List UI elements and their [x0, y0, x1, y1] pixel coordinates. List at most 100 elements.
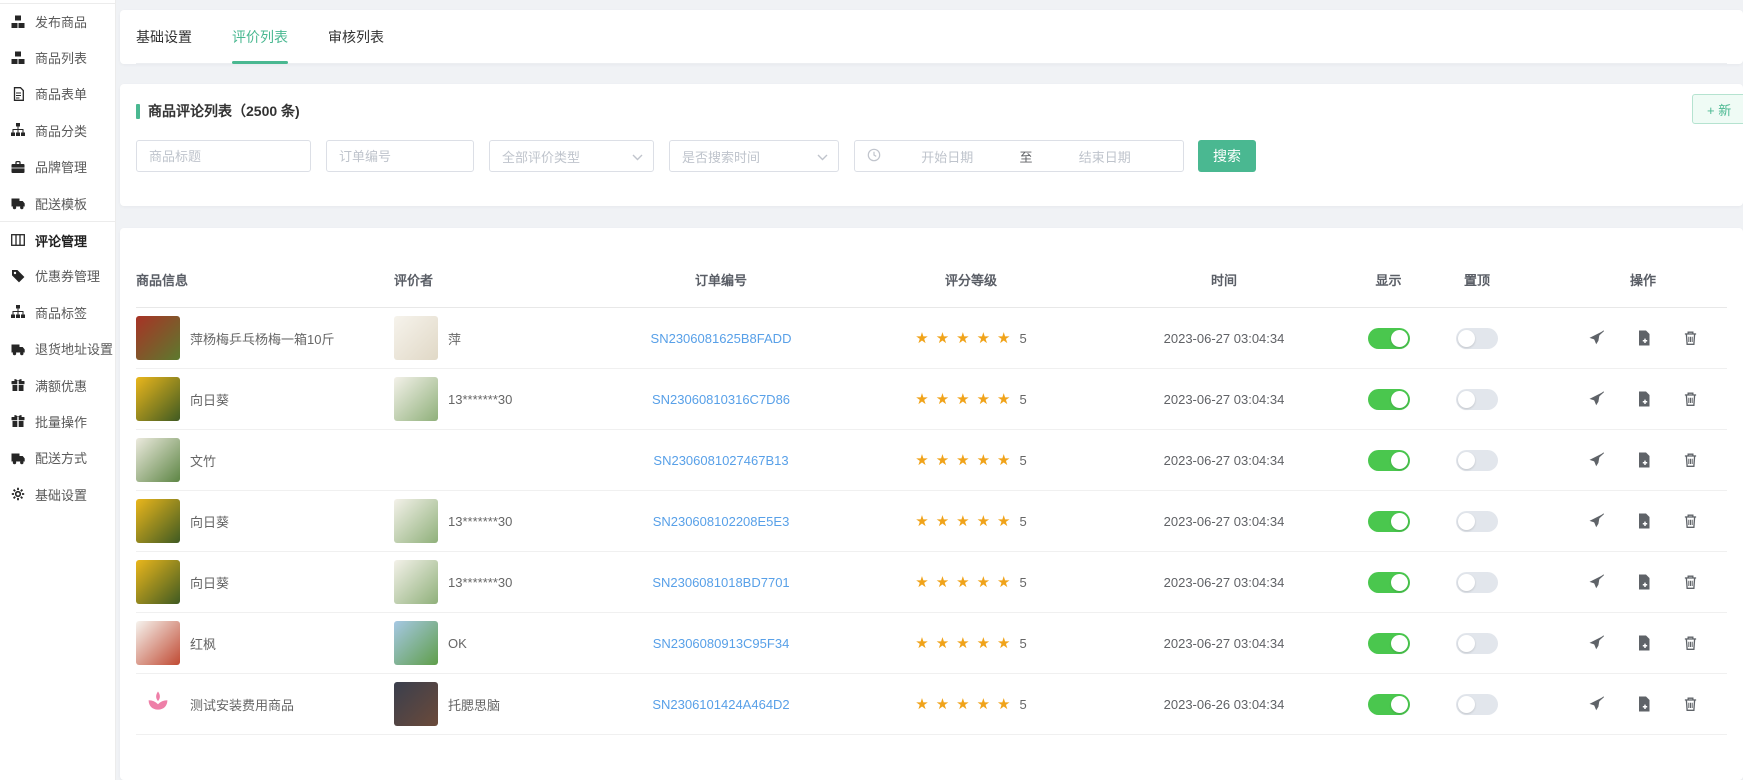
- delete-icon[interactable]: [1683, 452, 1698, 468]
- show-toggle[interactable]: [1368, 633, 1410, 654]
- delete-icon[interactable]: [1683, 635, 1698, 651]
- sidebar-item-label: 商品列表: [35, 48, 87, 67]
- toggle-knob: [1458, 574, 1475, 591]
- sidebar-item-tag[interactable]: 优惠券管理: [0, 258, 115, 294]
- sidebar-item-boxes[interactable]: 发布商品: [0, 3, 115, 39]
- order-number-link[interactable]: SN2306101424A464D2: [652, 697, 789, 712]
- order-number-link[interactable]: SN2306080913C95F34: [653, 636, 790, 651]
- column-header: 时间: [1106, 270, 1342, 289]
- order-number-link[interactable]: SN230608102208E5E3: [653, 514, 790, 529]
- pin-toggle[interactable]: [1456, 694, 1498, 715]
- copy-file-icon[interactable]: [1637, 452, 1651, 468]
- filter-panel: 商品评论列表（2500 条) + 新 全部评价类型 是否搜索时间 开始日期 至: [120, 84, 1743, 206]
- add-new-button[interactable]: + 新: [1692, 94, 1743, 124]
- order-number-link[interactable]: SN2306081625B8FADD: [651, 331, 792, 346]
- table-row: 萍杨梅乒乓杨梅一箱10斤 萍 SN2306081625B8FADD ★★★★★ …: [136, 308, 1727, 369]
- toggle-knob: [1458, 635, 1475, 652]
- sidebar-item-sitemap[interactable]: 商品标签: [0, 294, 115, 330]
- pin-toggle[interactable]: [1456, 633, 1498, 654]
- sidebar-item-label: 商品标签: [35, 303, 87, 322]
- order-number-link[interactable]: SN2306081027467B13: [653, 453, 788, 468]
- copy-file-icon[interactable]: [1637, 513, 1651, 529]
- order-number-link[interactable]: SN2306081018BD7701: [652, 575, 789, 590]
- delete-icon[interactable]: [1683, 513, 1698, 529]
- copy-file-icon[interactable]: [1637, 696, 1651, 712]
- show-toggle[interactable]: [1368, 572, 1410, 593]
- star-rating: ★★★★★: [915, 636, 1017, 651]
- column-header: 评价者: [394, 270, 606, 289]
- sidebar-item-document[interactable]: 商品表单: [0, 76, 115, 112]
- product-flower-icon: [136, 682, 180, 726]
- pin-toggle[interactable]: [1456, 450, 1498, 471]
- product-title-input[interactable]: [136, 140, 311, 172]
- sidebar-item-truck[interactable]: 退货地址设置: [0, 331, 115, 367]
- review-type-select[interactable]: 全部评价类型: [489, 140, 654, 172]
- sidebar-item-label: 配送方式: [35, 448, 87, 467]
- gift-icon: [10, 378, 26, 392]
- sidebar-item-gift[interactable]: 满额优惠: [0, 367, 115, 403]
- sidebar-item-label: 商品表单: [35, 84, 87, 103]
- sidebar-item-label: 发布商品: [35, 12, 87, 31]
- show-toggle[interactable]: [1368, 694, 1410, 715]
- show-toggle[interactable]: [1368, 450, 1410, 471]
- copy-file-icon[interactable]: [1637, 574, 1651, 590]
- order-number-link[interactable]: SN23060810316C7D86: [652, 392, 790, 407]
- show-toggle[interactable]: [1368, 511, 1410, 532]
- product-image: [136, 316, 180, 360]
- delete-icon[interactable]: [1683, 696, 1698, 712]
- sidebar-item-boxes[interactable]: 商品列表: [0, 39, 115, 75]
- tab[interactable]: 评价列表: [232, 10, 288, 63]
- review-time: 2023-06-27 03:04:34: [1164, 514, 1285, 529]
- show-toggle[interactable]: [1368, 328, 1410, 349]
- reply-icon[interactable]: [1588, 574, 1605, 590]
- pin-toggle[interactable]: [1456, 511, 1498, 532]
- end-date-field[interactable]: 结束日期: [1039, 147, 1172, 166]
- reply-icon[interactable]: [1588, 391, 1605, 407]
- sidebar-item-gift[interactable]: 批量操作: [0, 403, 115, 439]
- copy-file-icon[interactable]: [1637, 635, 1651, 651]
- reply-icon[interactable]: [1588, 452, 1605, 468]
- reply-icon[interactable]: [1588, 513, 1605, 529]
- order-number-input[interactable]: [326, 140, 474, 172]
- rating-value: 5: [1020, 575, 1027, 590]
- truck-icon: [10, 451, 26, 465]
- pin-toggle[interactable]: [1456, 572, 1498, 593]
- date-range-picker[interactable]: 开始日期 至 结束日期: [854, 140, 1184, 172]
- pin-toggle[interactable]: [1456, 389, 1498, 410]
- sidebar-item-sitemap[interactable]: 商品分类: [0, 112, 115, 148]
- sidebar-item-briefcase[interactable]: 品牌管理: [0, 149, 115, 185]
- tab-bar-card: 基础设置评价列表审核列表: [120, 10, 1743, 64]
- copy-file-icon[interactable]: [1637, 330, 1651, 346]
- toggle-knob: [1458, 452, 1475, 469]
- toggle-knob: [1391, 696, 1408, 713]
- sidebar-item-truck[interactable]: 配送模板: [0, 185, 115, 221]
- delete-icon[interactable]: [1683, 574, 1698, 590]
- delete-icon[interactable]: [1683, 330, 1698, 346]
- boxes-icon: [10, 15, 26, 29]
- tab[interactable]: 基础设置: [136, 10, 192, 63]
- sidebar-item-columns[interactable]: 评论管理: [0, 221, 115, 257]
- sidebar-item-truck[interactable]: 配送方式: [0, 440, 115, 476]
- table-row: 向日葵 13*******30 SN2306081018BD7701 ★★★★★…: [136, 552, 1727, 613]
- start-date-field[interactable]: 开始日期: [881, 147, 1014, 166]
- rating-value: 5: [1020, 514, 1027, 529]
- copy-file-icon[interactable]: [1637, 391, 1651, 407]
- search-button[interactable]: 搜索: [1198, 140, 1256, 172]
- reply-icon[interactable]: [1588, 330, 1605, 346]
- time-search-select[interactable]: 是否搜索时间: [669, 140, 839, 172]
- reviewer-avatar: [394, 316, 438, 360]
- product-image: [136, 377, 180, 421]
- toggle-knob: [1458, 330, 1475, 347]
- main-content: 基础设置评价列表审核列表 商品评论列表（2500 条) + 新 全部评价类型 是…: [116, 0, 1743, 780]
- pin-toggle[interactable]: [1456, 328, 1498, 349]
- show-toggle[interactable]: [1368, 389, 1410, 410]
- tab[interactable]: 审核列表: [328, 10, 384, 63]
- toggle-knob: [1391, 391, 1408, 408]
- toggle-knob: [1391, 452, 1408, 469]
- delete-icon[interactable]: [1683, 391, 1698, 407]
- reply-icon[interactable]: [1588, 696, 1605, 712]
- sidebar-item-gear[interactable]: 基础设置: [0, 476, 115, 512]
- toggle-knob: [1391, 574, 1408, 591]
- reply-icon[interactable]: [1588, 635, 1605, 651]
- review-time: 2023-06-26 03:04:34: [1164, 697, 1285, 712]
